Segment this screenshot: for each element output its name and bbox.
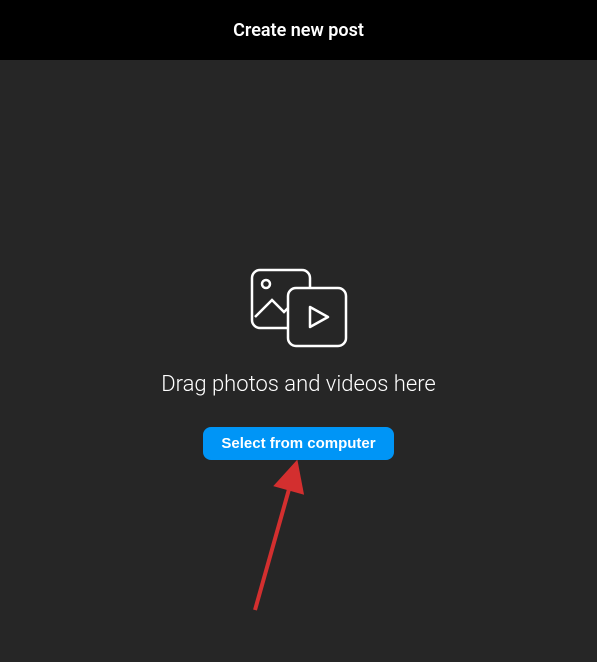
media-upload-icon — [239, 262, 359, 352]
modal-header: Create new post — [0, 0, 597, 60]
select-from-computer-button[interactable]: Select from computer — [203, 427, 393, 460]
drop-instruction-text: Drag photos and videos here — [161, 372, 436, 397]
upload-drop-zone[interactable]: Drag photos and videos here Select from … — [0, 60, 597, 662]
modal-title: Create new post — [233, 20, 364, 41]
